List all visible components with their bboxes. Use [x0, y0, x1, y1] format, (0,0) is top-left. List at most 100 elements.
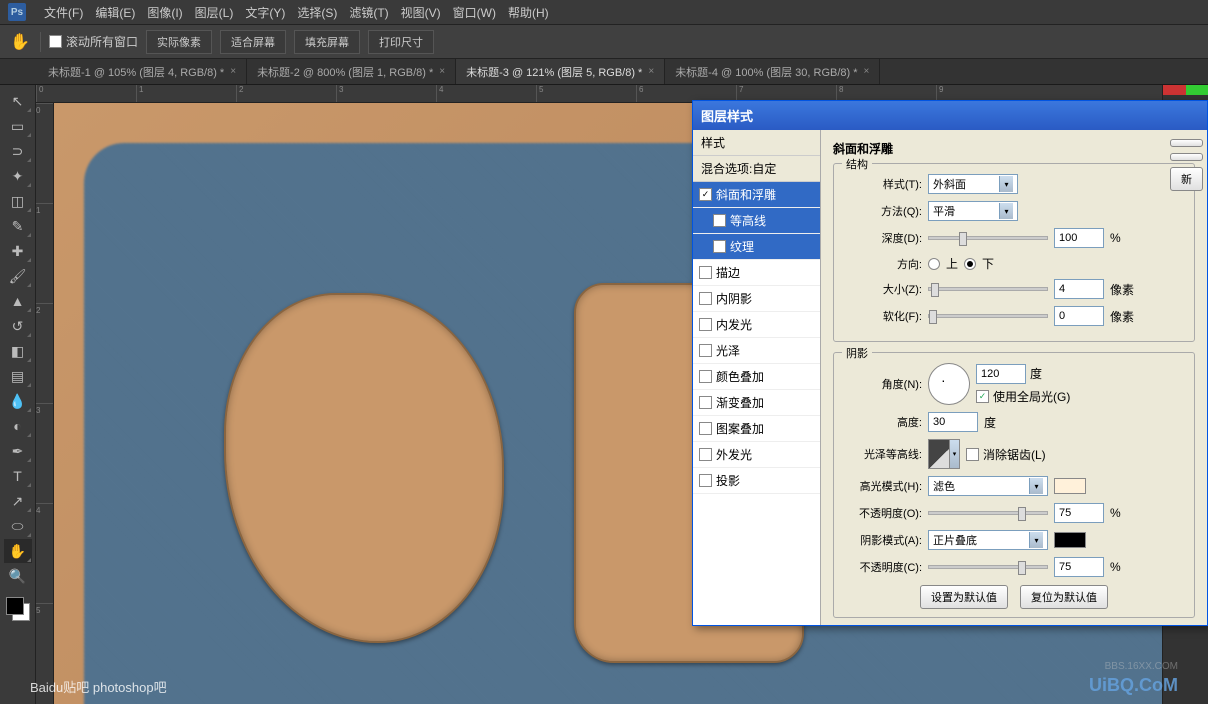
style-gradient-overlay[interactable]: 渐变叠加 [693, 390, 820, 416]
close-icon[interactable]: × [648, 66, 654, 77]
path-tool[interactable]: ↗ [4, 489, 32, 513]
soften-input[interactable] [1054, 306, 1104, 326]
menu-image[interactable]: 图像(I) [141, 4, 188, 21]
style-pattern-overlay[interactable]: 图案叠加 [693, 416, 820, 442]
style-texture[interactable]: 纹理 [693, 234, 820, 260]
shadow-opacity-input[interactable] [1054, 557, 1104, 577]
angle-wheel[interactable] [928, 363, 970, 405]
checkbox-icon[interactable] [699, 422, 712, 435]
depth-slider[interactable] [928, 236, 1048, 240]
close-icon[interactable]: × [864, 66, 870, 77]
altitude-input[interactable] [928, 412, 978, 432]
size-input[interactable] [1054, 279, 1104, 299]
brush-tool[interactable]: 🖌 [4, 264, 32, 288]
menu-filter[interactable]: 滤镜(T) [343, 4, 394, 21]
checkbox-icon[interactable] [699, 266, 712, 279]
type-tool[interactable]: T [4, 464, 32, 488]
menu-edit[interactable]: 编辑(E) [89, 4, 141, 21]
wand-tool[interactable]: ✦ [4, 164, 32, 188]
doc-tab-4[interactable]: 未标题-4 @ 100% (图层 30, RGB/8) *× [665, 59, 880, 84]
menu-view[interactable]: 视图(V) [395, 4, 447, 21]
direction-down-radio[interactable] [964, 258, 976, 270]
highlight-mode-select[interactable]: 滤色▾ [928, 476, 1048, 496]
pen-tool[interactable]: ✒ [4, 439, 32, 463]
checkbox-icon[interactable] [699, 396, 712, 409]
menu-select[interactable]: 选择(S) [291, 4, 343, 21]
style-color-overlay[interactable]: 颜色叠加 [693, 364, 820, 390]
set-default-button[interactable]: 设置为默认值 [920, 585, 1008, 609]
checkbox-icon[interactable] [713, 214, 726, 227]
foreground-color[interactable] [6, 597, 24, 615]
menu-window[interactable]: 窗口(W) [447, 4, 502, 21]
zoom-tool[interactable]: 🔍 [4, 564, 32, 588]
gloss-contour-picker[interactable]: ▾ [928, 439, 960, 469]
marquee-tool[interactable]: ▭ [4, 114, 32, 138]
color-swatch[interactable] [4, 595, 32, 623]
shadow-mode-select[interactable]: 正片叠底▾ [928, 530, 1048, 550]
checkbox-icon[interactable] [713, 240, 726, 253]
soften-slider[interactable] [928, 314, 1048, 318]
checkbox-icon[interactable] [699, 292, 712, 305]
depth-input[interactable] [1054, 228, 1104, 248]
eraser-tool[interactable]: ◧ [4, 339, 32, 363]
stamp-tool[interactable]: ▲ [4, 289, 32, 313]
move-tool[interactable]: ↖ [4, 89, 32, 113]
crop-tool[interactable]: ◫ [4, 189, 32, 213]
healing-tool[interactable]: ✚ [4, 239, 32, 263]
doc-tab-2[interactable]: 未标题-2 @ 800% (图层 1, RGB/8) *× [247, 59, 456, 84]
dodge-tool[interactable]: ◐ [4, 414, 32, 438]
doc-tab-3[interactable]: 未标题-3 @ 121% (图层 5, RGB/8) *× [456, 59, 665, 84]
global-light-checkbox[interactable]: 使用全局光(G) [976, 388, 1070, 405]
eyedropper-tool[interactable]: ✎ [4, 214, 32, 238]
new-style-button[interactable]: 新 [1170, 167, 1203, 191]
blur-tool[interactable]: 💧 [4, 389, 32, 413]
menu-help[interactable]: 帮助(H) [502, 4, 555, 21]
gradient-tool[interactable]: ▤ [4, 364, 32, 388]
doc-tab-1[interactable]: 未标题-1 @ 105% (图层 4, RGB/8) *× [38, 59, 247, 84]
checkbox-icon[interactable] [699, 318, 712, 331]
ok-button[interactable] [1170, 139, 1203, 147]
shape-tool[interactable]: ⬭ [4, 514, 32, 538]
style-satin[interactable]: 光泽 [693, 338, 820, 364]
menu-layer[interactable]: 图层(L) [189, 4, 240, 21]
highlight-opacity-slider[interactable] [928, 511, 1048, 515]
history-brush-tool[interactable]: ↺ [4, 314, 32, 338]
dialog-title[interactable]: 图层样式 [693, 101, 1207, 130]
checkbox-icon[interactable] [699, 474, 712, 487]
fit-screen-button[interactable]: 适合屏幕 [220, 30, 286, 54]
size-slider[interactable] [928, 287, 1048, 291]
close-icon[interactable]: × [230, 66, 236, 77]
shadow-opacity-slider[interactable] [928, 565, 1048, 569]
scroll-all-windows-checkbox[interactable]: 滚动所有窗口 [49, 33, 138, 50]
style-drop-shadow[interactable]: 投影 [693, 468, 820, 494]
direction-up-radio[interactable] [928, 258, 940, 270]
reset-default-button[interactable]: 复位为默认值 [1020, 585, 1108, 609]
lasso-tool[interactable]: ⊃ [4, 139, 32, 163]
close-icon[interactable]: × [439, 66, 445, 77]
blend-options-item[interactable]: 混合选项:自定 [693, 156, 820, 182]
hand-tool[interactable]: ✋ [4, 539, 32, 563]
style-inner-shadow[interactable]: 内阴影 [693, 286, 820, 312]
styles-header[interactable]: 样式 [693, 130, 820, 156]
cancel-button[interactable] [1170, 153, 1203, 161]
method-select[interactable]: 平滑▾ [928, 201, 1018, 221]
highlight-color-swatch[interactable] [1054, 478, 1086, 494]
style-stroke[interactable]: 描边 [693, 260, 820, 286]
style-contour[interactable]: 等高线 [693, 208, 820, 234]
style-outer-glow[interactable]: 外发光 [693, 442, 820, 468]
checkbox-icon[interactable] [699, 448, 712, 461]
highlight-opacity-input[interactable] [1054, 503, 1104, 523]
shadow-color-swatch[interactable] [1054, 532, 1086, 548]
checkbox-icon[interactable] [699, 370, 712, 383]
menu-file[interactable]: 文件(F) [38, 4, 89, 21]
style-select[interactable]: 外斜面▾ [928, 174, 1018, 194]
angle-input[interactable] [976, 364, 1026, 384]
fill-screen-button[interactable]: 填充屏幕 [294, 30, 360, 54]
antialias-checkbox[interactable]: 消除锯齿(L) [966, 446, 1046, 463]
checkbox-icon[interactable] [699, 188, 712, 201]
print-size-button[interactable]: 打印尺寸 [368, 30, 434, 54]
checkbox-icon[interactable] [699, 344, 712, 357]
style-bevel-emboss[interactable]: 斜面和浮雕 [693, 182, 820, 208]
actual-pixels-button[interactable]: 实际像素 [146, 30, 212, 54]
menu-type[interactable]: 文字(Y) [239, 4, 291, 21]
